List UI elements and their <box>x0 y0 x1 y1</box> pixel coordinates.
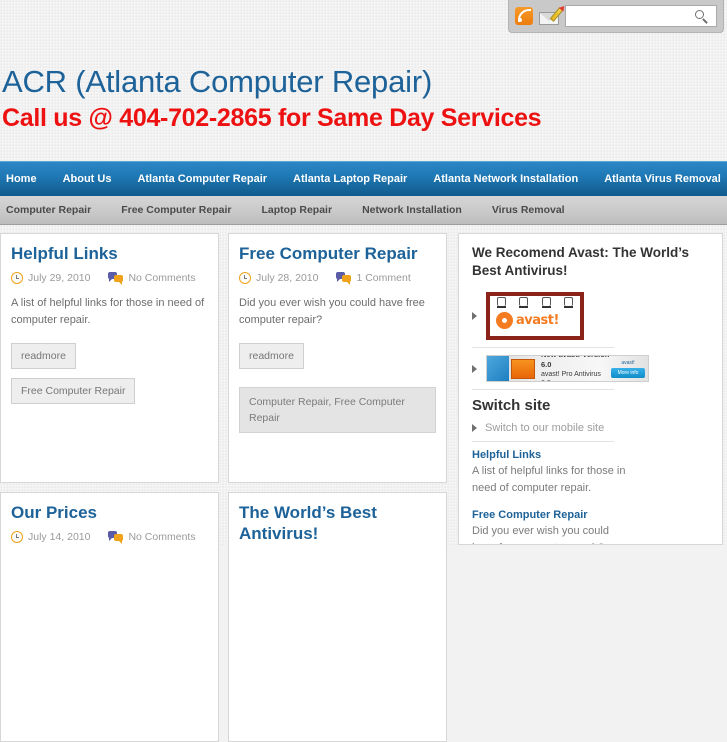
comment-icon <box>336 272 352 285</box>
sidebar: We Recomend Avast: The World’s Best Anti… <box>458 233 723 545</box>
post-meta: July 28, 2010 1 Comment <box>239 272 436 285</box>
bullet-arrow-icon <box>472 312 477 320</box>
post-date: July 29, 2010 <box>28 272 91 284</box>
post-excerpt: A list of helpful links for those in nee… <box>11 297 205 326</box>
nav-item-atlanta-laptop-repair[interactable]: Atlanta Laptop Repair <box>280 162 420 196</box>
bullet-arrow-icon <box>472 424 477 432</box>
banner-title: New avast! Version 6.0 <box>541 356 609 369</box>
post-title[interactable]: Helpful Links <box>11 243 208 264</box>
readmore-button[interactable]: readmore <box>11 343 76 369</box>
banner-cta-button[interactable]: More info <box>611 367 645 378</box>
subnav-item-virus-removal[interactable]: Virus Removal <box>477 196 580 224</box>
magnifier-handle <box>702 18 708 24</box>
post-meta: July 29, 2010 No Comments <box>11 272 208 285</box>
banner-cta-brand: avast! <box>621 359 635 366</box>
subnav-item-laptop-repair[interactable]: Laptop Repair <box>246 196 347 224</box>
subnav-item-network-installation[interactable]: Network Installation <box>347 196 477 224</box>
ring-icon <box>541 297 551 308</box>
post-comment-count[interactable]: No Comments <box>128 531 195 543</box>
post-date: July 28, 2010 <box>256 272 319 284</box>
sidebar-divider <box>472 441 614 442</box>
mail-subscribe-icon[interactable] <box>539 6 564 25</box>
clock-icon <box>11 531 23 543</box>
avast-box-shot <box>511 358 535 379</box>
post-card-helpful-links: Helpful Links July 29, 2010 No Comments … <box>0 233 219 483</box>
avast-wordmark: avast! <box>496 312 559 329</box>
ring-icon <box>564 297 574 308</box>
post-date: July 14, 2010 <box>28 531 91 543</box>
banner-subtitle: avast! Pro Antivirus 6.0 <box>541 370 601 382</box>
nav-item-about-us[interactable]: About Us <box>50 162 125 196</box>
banner-text: New avast! Version 6.0 avast! Pro Antivi… <box>535 356 611 382</box>
sidebar-recent-post-title-1[interactable]: Helpful Links <box>472 449 709 461</box>
site-title[interactable]: ACR (Atlanta Computer Repair) <box>0 62 727 102</box>
search-box[interactable] <box>565 5 717 27</box>
post-excerpt: Did you ever wish you could have free co… <box>239 297 425 326</box>
subnav-item-computer-repair[interactable]: Computer Repair <box>0 196 106 224</box>
sidebar-switch-site-heading: Switch site <box>472 397 551 414</box>
post-tags-link[interactable]: Computer Repair, Free Computer Repair <box>239 387 436 433</box>
top-toolbar <box>508 0 724 33</box>
nav-item-atlanta-network-installation[interactable]: Atlanta Network Installation <box>420 162 591 196</box>
nav-item-atlanta-virus-removal[interactable]: Atlanta Virus Removal <box>591 162 727 196</box>
search-icon[interactable] <box>695 10 709 24</box>
sidebar-divider <box>472 389 614 390</box>
sidebar-avast-badge-row: avast! <box>472 292 709 340</box>
sidebar-divider <box>472 347 614 348</box>
post-card-our-prices: Our Prices July 14, 2010 No Comments <box>0 492 219 742</box>
post-meta: July 14, 2010 No Comments <box>11 531 208 544</box>
readmore-button[interactable]: readmore <box>239 343 304 369</box>
post-title[interactable]: The World’s Best Antivirus! <box>239 502 436 544</box>
primary-navigation: Home About Us Atlanta Computer Repair At… <box>0 161 727 196</box>
post-actions: readmore Free Computer Repair <box>11 343 208 404</box>
sidebar-recent-post-excerpt-2: Did you ever wish you could have free co… <box>472 525 609 544</box>
ring-icon <box>496 297 506 308</box>
nav-item-atlanta-computer-repair[interactable]: Atlanta Computer Repair <box>124 162 280 196</box>
notebook-rings <box>490 297 580 308</box>
comment-icon <box>108 272 124 285</box>
post-actions: readmore Computer Repair, Free Computer … <box>239 343 436 433</box>
sidebar-recent-post-title-2[interactable]: Free Computer Repair <box>472 509 709 521</box>
post-comment-count[interactable]: No Comments <box>128 272 195 284</box>
avast-ball-icon <box>496 312 513 329</box>
sidebar-avast-banner-row: New avast! Version 6.0 avast! Pro Antivi… <box>472 355 709 382</box>
post-title[interactable]: Free Computer Repair <box>239 243 436 264</box>
main-content-area: Helpful Links July 29, 2010 No Comments … <box>0 233 727 742</box>
sidebar-switch-site-row: Switch to our mobile site <box>472 422 709 434</box>
avast-word: avast! <box>516 313 559 328</box>
post-card-worlds-best-antivirus: The World’s Best Antivirus! <box>228 492 447 742</box>
ring-icon <box>519 297 529 308</box>
site-header: ACR (Atlanta Computer Repair) Call us @ … <box>0 62 727 134</box>
post-category-link[interactable]: Free Computer Repair <box>11 378 136 404</box>
sidebar-recent-post-excerpt-1: A list of helpful links for those in nee… <box>472 465 626 494</box>
comment-icon <box>108 531 124 544</box>
site-tagline: Call us @ 404-702-2865 for Same Day Serv… <box>2 104 542 132</box>
avast-logo-image[interactable]: avast! <box>486 292 584 340</box>
search-input[interactable] <box>566 6 716 26</box>
secondary-navigation: Computer Repair Free Computer Repair Lap… <box>0 196 727 225</box>
clock-icon <box>11 272 23 284</box>
comment-bubble-front <box>342 275 352 285</box>
clock-icon <box>239 272 251 284</box>
rss-icon[interactable] <box>515 7 533 25</box>
banner-corner-ribbon <box>487 356 509 381</box>
post-card-free-computer-repair: Free Computer Repair July 28, 2010 1 Com… <box>228 233 447 483</box>
avast-version6-banner[interactable]: New avast! Version 6.0 avast! Pro Antivi… <box>486 355 649 382</box>
post-comment-count[interactable]: 1 Comment <box>356 272 410 284</box>
banner-cta[interactable]: avast! More info <box>611 360 645 378</box>
comment-bubble-front <box>114 534 124 544</box>
post-grid: Helpful Links July 29, 2010 No Comments … <box>0 233 452 742</box>
nav-item-home[interactable]: Home <box>0 162 50 196</box>
subnav-item-free-computer-repair[interactable]: Free Computer Repair <box>106 196 246 224</box>
sidebar-avast-heading: We Recomend Avast: The World’s Best Anti… <box>472 245 690 278</box>
bullet-arrow-icon <box>472 364 477 373</box>
comment-bubble-front <box>114 275 124 285</box>
post-title[interactable]: Our Prices <box>11 502 208 523</box>
switch-to-mobile-site-link[interactable]: Switch to our mobile site <box>485 422 604 434</box>
